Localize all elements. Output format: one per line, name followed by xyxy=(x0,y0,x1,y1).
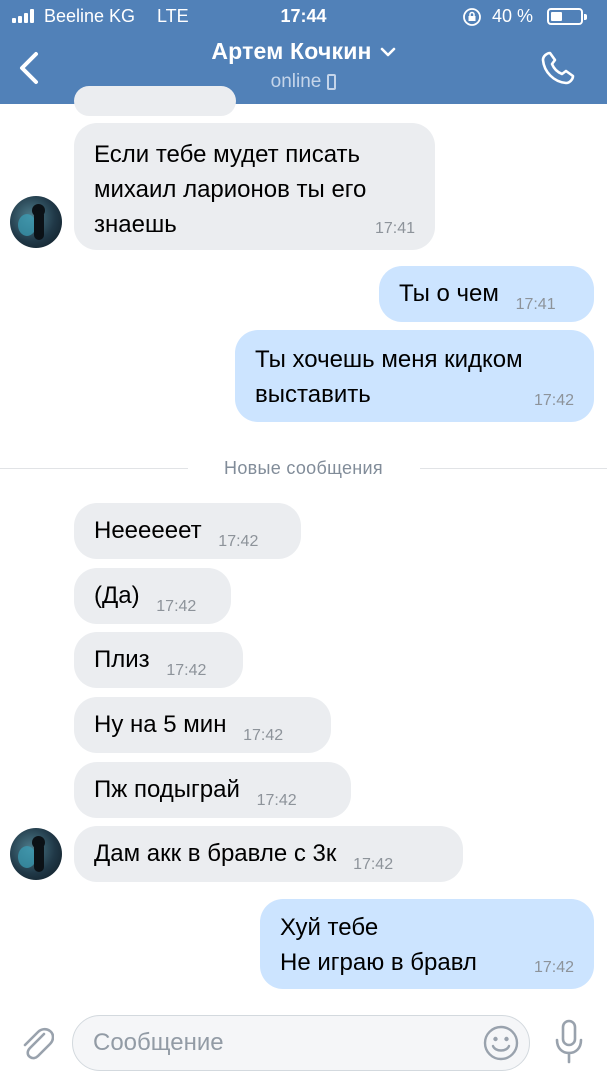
message-text: Неееееет xyxy=(94,517,202,544)
lock-rotation-icon xyxy=(463,8,481,26)
contact-name: Артем Кочкин xyxy=(211,38,372,64)
message-time: 17:42 xyxy=(166,662,207,679)
message-outgoing[interactable]: Ты о чем 17:41 xyxy=(379,266,594,322)
message-time: 17:42 xyxy=(256,792,297,809)
status-bar: Beeline KG LTE 17:44 40 % xyxy=(0,0,607,34)
message-outgoing[interactable]: Хуй тебе Не играю в бравл 17:42 xyxy=(260,899,594,989)
message-time: 17:42 xyxy=(353,856,394,873)
message-time: 17:42 xyxy=(243,727,284,744)
message-outgoing[interactable]: Ты хочешь меня кидком выставить 17:42 xyxy=(235,330,594,422)
message-text: (Да) xyxy=(94,582,140,609)
message-time: 17:41 xyxy=(515,296,556,313)
battery-percent: 40 % xyxy=(492,6,534,26)
avatar[interactable] xyxy=(10,196,62,248)
paperclip-icon[interactable] xyxy=(18,1020,54,1064)
message-time: 17:42 xyxy=(156,598,197,615)
call-button[interactable] xyxy=(538,48,578,88)
contact-info: Артем Кочкин online xyxy=(0,38,607,93)
message-text: Плиз xyxy=(94,646,150,673)
message-time: 17:42 xyxy=(533,959,574,976)
message-input[interactable] xyxy=(72,1015,530,1071)
contact-menu-toggle[interactable]: Артем Кочкин xyxy=(211,38,395,65)
message-text: Пж подыграй xyxy=(94,776,240,803)
message-composer xyxy=(0,1004,607,1080)
message-text: Если тебе мудет писать михаил ларионов т… xyxy=(94,141,367,238)
message-incoming[interactable]: (Да) 17:42 xyxy=(74,568,231,624)
microphone-icon[interactable] xyxy=(552,1018,586,1066)
message-incoming[interactable]: Ну на 5 мин 17:42 xyxy=(74,697,331,753)
message-incoming[interactable]: Если тебе мудет писать михаил ларионов т… xyxy=(74,123,435,250)
message-text: Дам акк в бравле с 3к xyxy=(94,840,337,867)
mobile-device-icon xyxy=(327,74,337,90)
message-incoming[interactable]: Пж подыграй 17:42 xyxy=(74,762,351,818)
message-incoming[interactable]: Неееееет 17:42 xyxy=(74,503,301,559)
online-status-text: online xyxy=(270,71,322,92)
message-time: 17:42 xyxy=(218,533,259,550)
message-text: Ты хочешь меня кидком выставить xyxy=(255,346,523,408)
message-bubble-partial xyxy=(74,86,236,116)
message-time: 17:41 xyxy=(374,220,415,237)
chevron-down-icon xyxy=(380,47,395,56)
emoji-icon[interactable] xyxy=(482,1024,520,1062)
message-text: Хуй тебе Не играю в бравл xyxy=(280,914,477,976)
avatar[interactable] xyxy=(10,828,62,880)
message-incoming[interactable]: Плиз 17:42 xyxy=(74,632,243,688)
message-text: Ну на 5 мин xyxy=(94,711,227,738)
battery-icon xyxy=(547,8,587,25)
message-incoming[interactable]: Дам акк в бравле с 3к 17:42 xyxy=(74,826,463,882)
message-time: 17:42 xyxy=(533,392,574,409)
new-messages-divider: Новые сообщения xyxy=(0,458,607,480)
message-text: Ты о чем xyxy=(399,280,499,307)
